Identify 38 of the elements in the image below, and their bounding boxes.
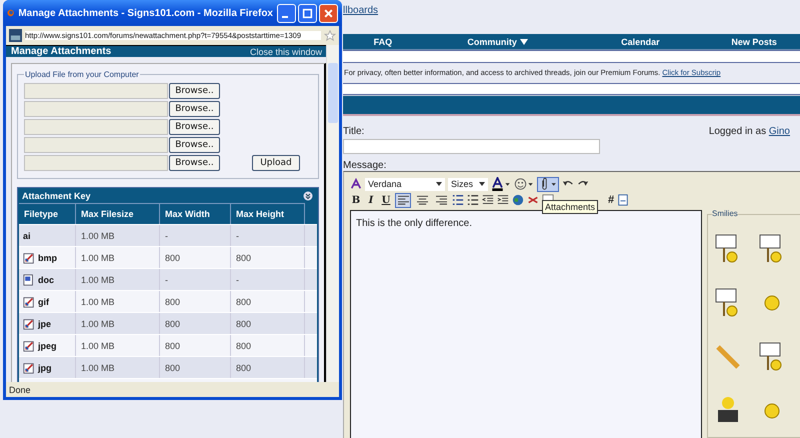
title-label: Title: bbox=[343, 126, 366, 138]
table-cell: 1.00 MB bbox=[81, 318, 115, 328]
table-cell: - bbox=[165, 274, 168, 284]
table-cell: ai bbox=[23, 230, 31, 240]
table-cell: 800 bbox=[236, 340, 252, 350]
window-title: Manage Attachments - Signs101.com - Mozilla Firefox bbox=[18, 8, 273, 18]
tooltip: Attachments bbox=[542, 200, 598, 214]
table-cell: 1.00 MB bbox=[81, 230, 115, 240]
table-cell: 800 bbox=[236, 296, 252, 306]
table-cell: 1.00 MB bbox=[81, 340, 115, 350]
table-cell: 800 bbox=[236, 252, 252, 262]
table-cell: 1.00 MB bbox=[81, 252, 115, 262]
status-text: Done bbox=[9, 384, 31, 394]
message-label: Message: bbox=[343, 160, 388, 172]
table-cell: 800 bbox=[236, 362, 252, 372]
table-cell: 800 bbox=[165, 296, 180, 306]
table-cell: 800 bbox=[165, 252, 180, 262]
table-cell: - bbox=[236, 230, 239, 240]
table-cell: 1.00 MB bbox=[81, 274, 115, 284]
table-cell: bmp bbox=[38, 252, 57, 262]
smilies-legend: Smilies bbox=[712, 209, 738, 218]
attachment-key-title: Attachment Key bbox=[22, 190, 91, 200]
table-cell: 1.00 MB bbox=[81, 296, 115, 306]
table-cell: - bbox=[165, 230, 168, 240]
table-cell: - bbox=[236, 274, 239, 284]
table-cell: jpeg bbox=[38, 340, 57, 350]
table-cell: 800 bbox=[165, 318, 180, 328]
table-cell: 1.00 MB bbox=[81, 362, 115, 372]
table-cell: 800 bbox=[165, 340, 180, 350]
logged-in-text: Logged in as bbox=[708, 126, 766, 138]
table-cell: doc bbox=[38, 274, 54, 284]
table-cell: jpg bbox=[38, 362, 52, 372]
upload-legend: Upload File from your Computer bbox=[24, 70, 140, 79]
table-cell: 800 bbox=[165, 362, 180, 372]
table-cell: gif bbox=[38, 296, 49, 306]
popup-heading: Manage Attachments bbox=[11, 46, 112, 57]
table-cell: 800 bbox=[236, 318, 252, 328]
table-cell: jpe bbox=[38, 318, 52, 328]
